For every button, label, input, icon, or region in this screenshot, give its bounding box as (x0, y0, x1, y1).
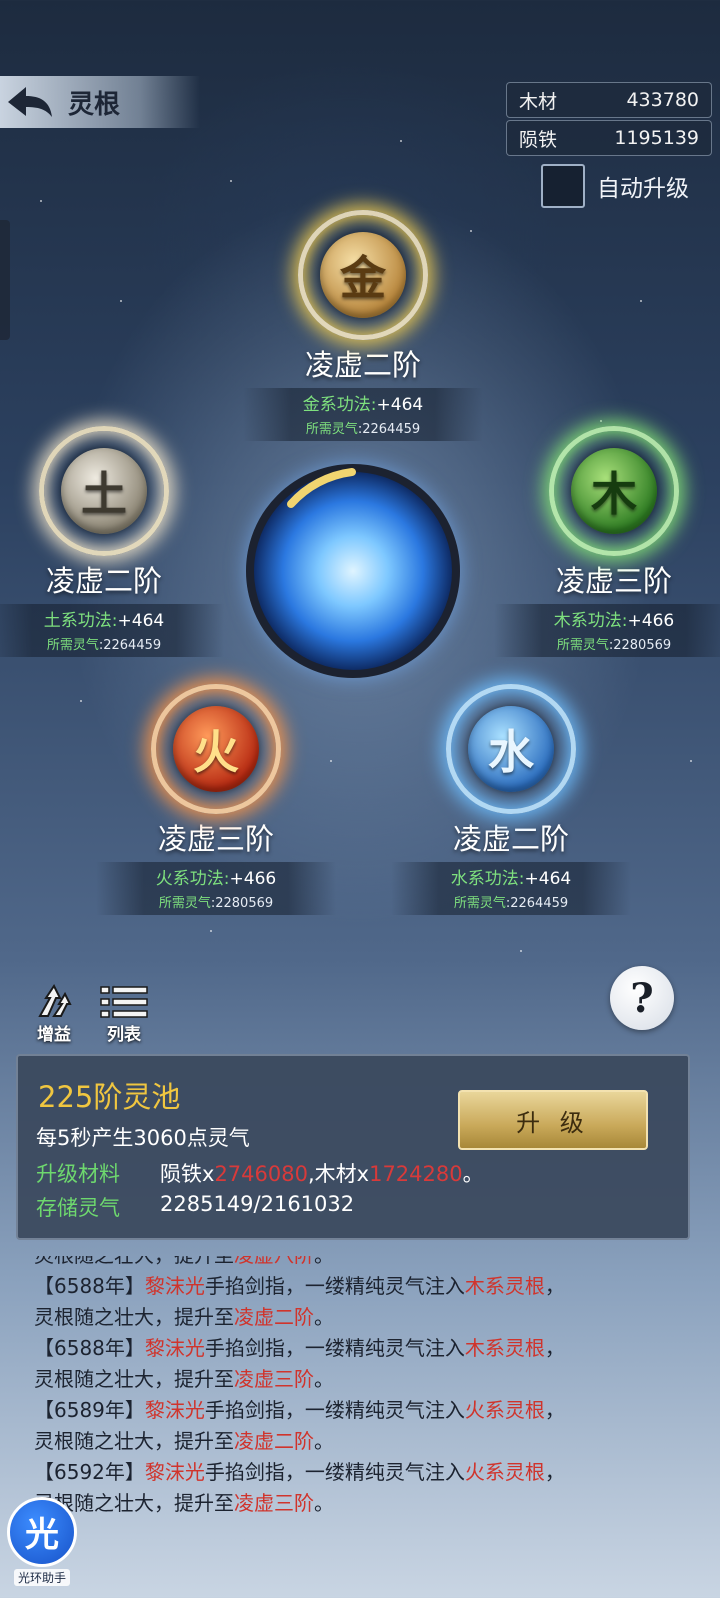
iron-resource: 陨铁 1195139 (506, 120, 712, 156)
log-entry: 灵根随之壮大，提升至凌虚八阶。 (34, 1256, 694, 1271)
upgrade-log[interactable]: 灵根随之壮大，提升至凌虚八阶。 【6588年】黎沫光手掐剑指，一缕精纯灵气注入木… (34, 1256, 694, 1556)
wood-level: 凌虚三阶 (555, 564, 672, 598)
log-entry: 【6589年】黎沫光手掐剑指，一缕精纯灵气注入火系灵根， 灵根随之壮大，提升至凌… (34, 1398, 565, 1453)
upgrade-button[interactable]: 升 级 (458, 1090, 648, 1150)
wood-stats: 木系功法:+466 所需灵气:2280569 (494, 604, 720, 657)
wood-label: 木材 (519, 90, 558, 113)
water-stats: 水系功法:+464 所需灵气:2264459 (391, 862, 631, 915)
header-bar: 灵根 (0, 76, 200, 128)
buff-button[interactable]: 增益 (24, 984, 84, 1045)
pool-progress-arc (287, 468, 356, 508)
stored-qi: 存储灵气 2285149/2161032 (36, 1192, 355, 1220)
root-metal[interactable]: 金 凌虚二阶 金系功法:+464 所需灵气:2264459 (243, 210, 483, 441)
back-button[interactable] (0, 76, 60, 128)
question-mark-icon: ? (630, 974, 654, 1022)
assistant-float-button[interactable]: 光 光环助手 (0, 1484, 84, 1598)
log-entry: 【6588年】黎沫光手掐剑指，一缕精纯灵气注入木系灵根， 灵根随之壮大，提升至凌… (34, 1336, 565, 1391)
pool-title: 225阶灵池 (38, 1080, 181, 1114)
assistant-logo-icon: 光 (7, 1496, 77, 1567)
fire-stats: 火系功法:+466 所需灵气:2280569 (96, 862, 336, 915)
wood-value: 433780 (626, 89, 699, 111)
auto-upgrade-checkbox[interactable] (541, 164, 585, 208)
iron-cost: 2746080 (214, 1162, 308, 1186)
auto-upgrade-label: 自动升级 (597, 176, 689, 202)
wood-resource: 木材 433780 (506, 82, 712, 118)
list-button[interactable]: 列表 (94, 984, 154, 1045)
spirit-pool-panel: 225阶灵池 每5秒产生3060点灵气 升级材料 陨铁x2746080,木材x1… (16, 1054, 690, 1240)
pool-rate: 每5秒产生3060点灵气 (36, 1126, 250, 1150)
earth-orb[interactable]: 土 (39, 426, 169, 556)
iron-value: 1195139 (614, 127, 699, 149)
wood-cost: 1724280 (369, 1162, 463, 1186)
buff-label: 增益 (37, 1025, 71, 1045)
metal-stats: 金系功法:+464 所需灵气:2264459 (243, 388, 483, 441)
metal-orb[interactable]: 金 (298, 210, 428, 340)
back-arrow-icon (8, 87, 52, 117)
list-label: 列表 (107, 1025, 141, 1045)
upgrade-materials: 升级材料 陨铁x2746080,木材x1724280。 (36, 1162, 484, 1186)
wood-orb[interactable]: 木 (549, 426, 679, 556)
side-drawer-handle[interactable] (0, 220, 10, 340)
earth-stats: 土系功法:+464 所需灵气:2264459 (0, 604, 224, 657)
help-button[interactable]: ? (610, 966, 674, 1030)
root-wood[interactable]: 木 凌虚三阶 木系功法:+466 所需灵气:2280569 (494, 426, 720, 657)
log-entry: 【6588年】黎沫光手掐剑指，一缕精纯灵气注入木系灵根， 灵根随之壮大，提升至凌… (34, 1274, 565, 1329)
page-title: 灵根 (68, 89, 121, 120)
water-level: 凌虚二阶 (452, 822, 569, 856)
root-earth[interactable]: 土 凌虚二阶 土系功法:+464 所需灵气:2264459 (0, 426, 224, 657)
log-entry: 【6592年】黎沫光手掐剑指，一缕精纯灵气注入火系灵根， 灵根随之壮大，提升至凌… (34, 1460, 565, 1515)
assistant-label: 光环助手 (13, 1568, 70, 1586)
stored-qi-value: 2285149/2161032 (160, 1192, 355, 1216)
earth-level: 凌虚二阶 (45, 564, 162, 598)
list-icon (94, 984, 154, 1020)
iron-label: 陨铁 (519, 128, 558, 151)
fire-orb[interactable]: 火 (151, 684, 281, 814)
metal-level: 凌虚二阶 (304, 348, 421, 382)
root-water[interactable]: 水 凌虚二阶 水系功法:+464 所需灵气:2264459 (391, 684, 631, 915)
root-fire[interactable]: 火 凌虚三阶 火系功法:+466 所需灵气:2280569 (96, 684, 336, 915)
buff-arrows-icon (24, 984, 84, 1020)
auto-upgrade-toggle[interactable]: 自动升级 (541, 164, 689, 208)
water-orb[interactable]: 水 (446, 684, 576, 814)
fire-level: 凌虚三阶 (157, 822, 274, 856)
